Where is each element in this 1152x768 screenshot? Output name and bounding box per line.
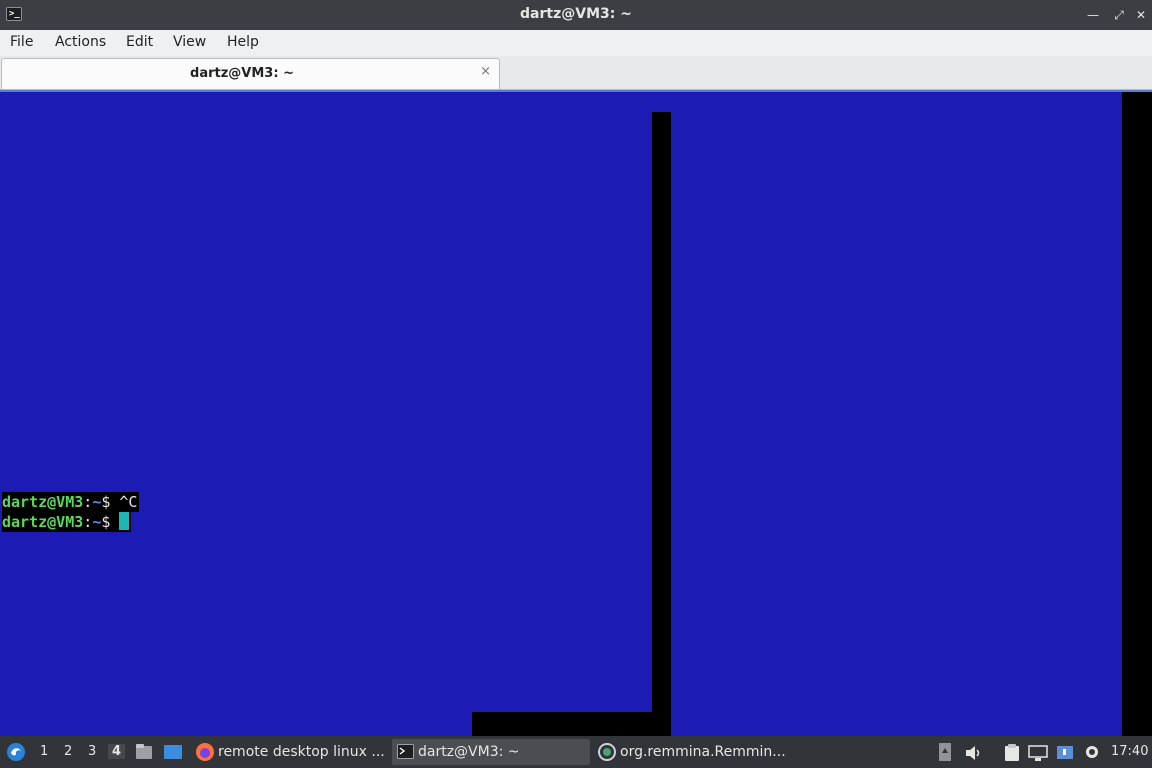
close-icon[interactable]: ✕	[1132, 6, 1150, 24]
prompt-symbol: $	[101, 513, 120, 531]
record-icon[interactable]	[1084, 744, 1100, 760]
workspace-2[interactable]: 2	[64, 744, 72, 759]
task-label: org.remmina.Remmin...	[620, 744, 786, 760]
menu-help[interactable]: Help	[227, 34, 259, 50]
tab-close-icon[interactable]: ×	[480, 64, 491, 79]
prompt-symbol: $	[101, 493, 120, 511]
terminal-view[interactable]: dartz@VM3:~$ ^C dartz@VM3:~$	[0, 90, 1152, 736]
prompt-path: ~	[92, 513, 102, 531]
minimize-icon[interactable]: —	[1084, 6, 1102, 24]
prompt-path: ~	[92, 493, 102, 511]
scroll-up-icon[interactable]	[938, 742, 952, 762]
workspace-4[interactable]: 4	[108, 744, 126, 759]
clock[interactable]: 17:40	[1111, 744, 1148, 759]
window-title: dartz@VM3: ~	[520, 6, 632, 22]
menu-file[interactable]: File	[10, 34, 33, 50]
window-titlebar[interactable]: >_ dartz@VM3: ~ — ⤢ ✕	[0, 0, 1152, 30]
show-desktop-icon[interactable]	[163, 743, 183, 761]
tab-label: dartz@VM3: ~	[190, 66, 294, 81]
task-terminal[interactable]: dartz@VM3: ~	[392, 739, 590, 765]
terminal-artifact-vertical	[652, 112, 671, 736]
menu-view[interactable]: View	[173, 34, 206, 50]
workspace-3[interactable]: 3	[88, 744, 96, 759]
taskbar: 1 2 3 4 remote desktop linux ... dartz@V…	[0, 736, 1152, 768]
network-icon[interactable]	[1028, 744, 1048, 762]
prompt-separator: :	[83, 493, 93, 511]
terminal-cursor	[119, 512, 130, 530]
tab-bar: dartz@VM3: ~ ×	[0, 56, 1152, 90]
file-manager-icon[interactable]	[135, 743, 153, 761]
prompt-separator: :	[83, 513, 93, 531]
prompt-user-host: dartz@VM3	[2, 493, 84, 511]
task-label: remote desktop linux ...	[218, 744, 385, 760]
menu-edit[interactable]: Edit	[126, 34, 153, 50]
terminal-line: dartz@VM3:~$	[2, 512, 132, 532]
maximize-icon[interactable]: ⤢	[1110, 6, 1128, 24]
task-label: dartz@VM3: ~	[418, 744, 520, 760]
workspace-1[interactable]: 1	[40, 744, 48, 759]
clipboard-icon[interactable]	[1002, 744, 1022, 762]
menu-actions[interactable]: Actions	[55, 34, 106, 50]
terminal-line: dartz@VM3:~$ ^C	[2, 492, 140, 512]
tab-terminal[interactable]: dartz@VM3: ~ ×	[1, 58, 500, 89]
task-remmina[interactable]: org.remmina.Remmin...	[594, 739, 794, 765]
command-text: ^C	[119, 493, 138, 511]
remmina-icon	[598, 743, 616, 761]
prompt-user-host: dartz@VM3	[2, 513, 84, 531]
terminal-icon	[397, 744, 414, 759]
menu-bar: File Actions Edit View Help	[0, 30, 1152, 56]
task-firefox[interactable]: remote desktop linux ...	[192, 739, 388, 765]
start-menu-icon[interactable]	[6, 742, 26, 762]
terminal-scrollbar[interactable]	[1122, 92, 1152, 736]
volume-icon[interactable]	[964, 744, 984, 762]
firefox-icon	[196, 743, 214, 761]
terminal-artifact-horizontal	[472, 712, 671, 736]
notification-icon[interactable]	[1055, 744, 1075, 762]
